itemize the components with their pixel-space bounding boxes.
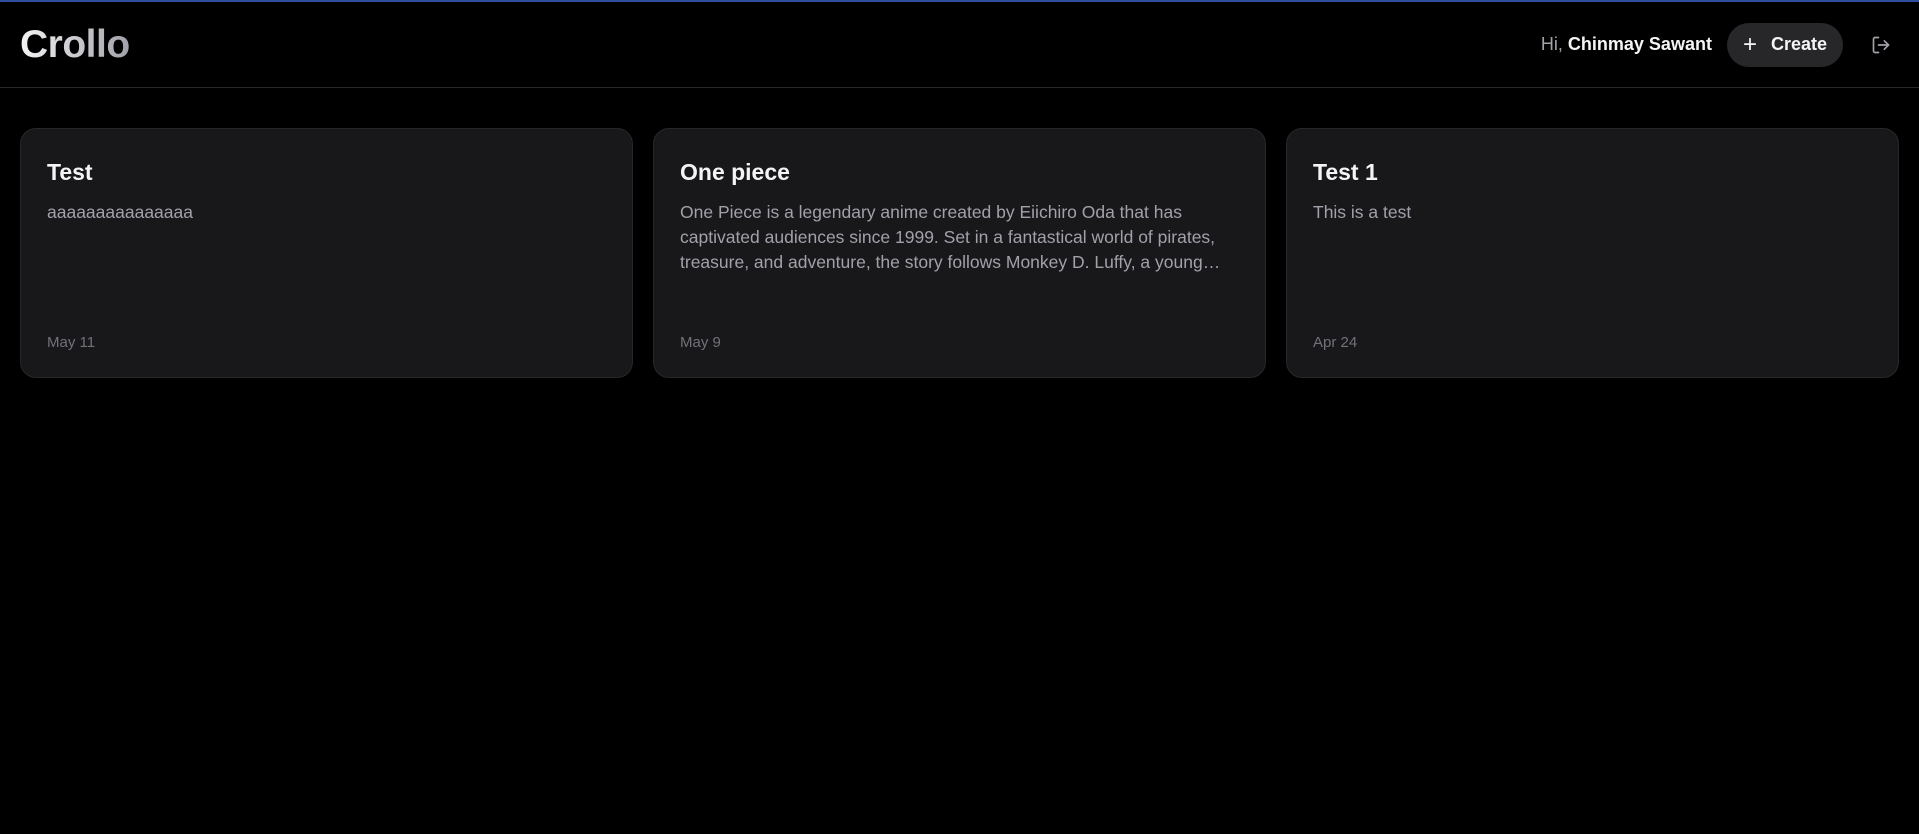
create-button[interactable]: + Create <box>1726 22 1843 67</box>
note-description: This is a test <box>1313 202 1412 222</box>
app-header: Crollo Hi, Chinmay Sawant + Create <box>0 2 1919 88</box>
note-title: Test <box>47 159 93 185</box>
user-greeting: Hi, Chinmay Sawant <box>1541 34 1712 55</box>
logout-icon <box>1872 36 1890 53</box>
note-title: One piece <box>680 159 790 185</box>
logout-button[interactable] <box>1863 27 1899 63</box>
note-card[interactable]: Test aaaaaaaaaaaaaaa May 11 <box>20 128 633 378</box>
note-card[interactable]: One piece One Piece is a legendary anime… <box>653 128 1266 378</box>
note-date: Apr 24 <box>1313 334 1358 351</box>
note-description: One Piece is a legendary anime created b… <box>680 202 1216 272</box>
header-actions: Hi, Chinmay Sawant + Create <box>1541 22 1899 67</box>
note-date: May 9 <box>680 334 721 351</box>
greeting-prefix: Hi, <box>1540 34 1563 54</box>
app-logo[interactable]: Crollo <box>20 23 130 67</box>
user-name: Chinmay Sawant <box>1567 34 1712 54</box>
notes-grid: Test aaaaaaaaaaaaaaa May 11 One piece On… <box>20 128 1899 378</box>
create-button-label: Create <box>1770 34 1827 54</box>
note-date: May 11 <box>47 334 96 351</box>
note-card[interactable]: Test 1 This is a test Apr 24 <box>1286 128 1899 378</box>
note-title: Test 1 <box>1313 159 1378 185</box>
plus-icon: + <box>1742 30 1757 58</box>
note-description: aaaaaaaaaaaaaaa <box>47 202 193 222</box>
